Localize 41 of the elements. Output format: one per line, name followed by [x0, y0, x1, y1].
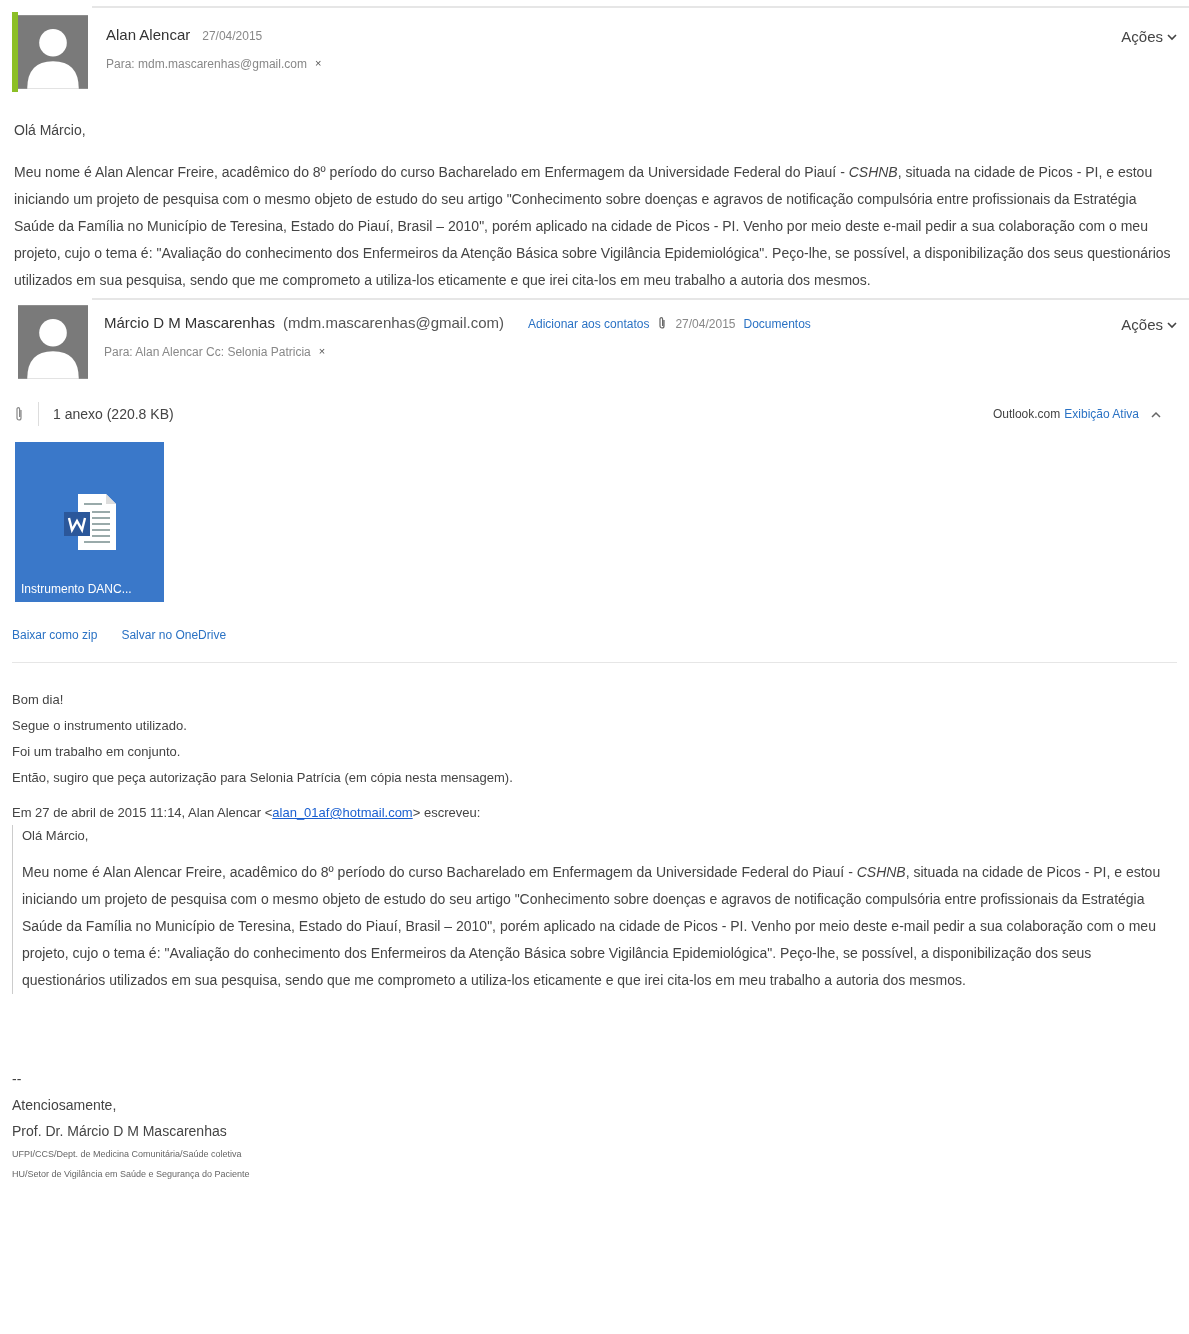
body-line: Foi um trabalho em conjunto.	[12, 743, 182, 761]
viewer-label: Outlook.com	[992, 406, 1061, 423]
remove-button[interactable]: ×	[318, 346, 326, 357]
message-body: Meu nome é Alan Alencar Freire, acadêmico do 8º período do curso Bacharelado em Enfermagem da Universidade Federal do Piauí - CSHNB, situada na cidade de Picos - PI, e estou iniciando um projeto de pesquisa com o mesmo objeto de estudo do seu artigo "Conhecimento sobre doenças e agravos de notificação compulsória entre profissionais da Estratégia Saúde da Família no Município de Teresina, Estado do Piauí, Brasil – 2010", porém aplicado na cidade de Picos - PI. Venho por meio deste e-mail pedir a sua colaboração com o meu projeto, cujo o tema é: "Avaliação do conhecimento dos Enfermeiros da Atenção Básica sobre Vigilância Epidemiológica". Peço-lhe, se possível, a disponibilização dos seus questionários utilizados em sua pesquisa, sendo que me comprometo a utiliza-los eticamente e que irei cita-los em meu trabalho a autoria dos mesmos.	[13, 163, 1172, 290]
attachment-name: Instrumento DANC...	[20, 581, 132, 598]
sender-name: Alan Alencar	[106, 25, 191, 45]
sender-email: (mdm.mascarenhas@gmail.com)	[282, 313, 504, 333]
actions-menu[interactable]: Ações	[1121, 314, 1177, 337]
sender-name: Márcio D M Mascarenhas	[104, 313, 275, 333]
body-line: Segue o instrumento utilizado.	[12, 717, 188, 735]
paperclip-icon	[657, 316, 668, 331]
signature-line: HU/Setor de Vigilância em Saúde e Segurança do Paciente	[12, 1167, 251, 1181]
add-contact-link[interactable]: Adicionar aos contatos	[528, 315, 650, 333]
signature-line: Prof. Dr. Márcio D M Mascarenhas	[12, 1121, 228, 1141]
greeting-text: Olá Márcio,	[13, 121, 87, 140]
attachment-link[interactable]: Baixar como zip	[12, 626, 98, 644]
attachment-summary: 1 anexo (220.8 KB)	[53, 404, 174, 424]
chevron-up-icon[interactable]	[1151, 410, 1161, 418]
viewer-link[interactable]: Exibição Ativa	[1064, 405, 1139, 423]
signature-line: --	[12, 1069, 23, 1089]
chevron-down-icon	[1167, 321, 1177, 329]
email-link[interactable]: alan_01af@hotmail.com	[272, 805, 413, 820]
body-line: Bom dia!	[12, 691, 65, 709]
recipient-text: Para: mdm.mascarenhas@gmail.com	[106, 55, 307, 73]
paperclip-icon	[14, 402, 39, 426]
quote-intro: Em 27 de abril de 2015 11:14, Alan Alencar <alan_01af@hotmail.com> escreveu:	[11, 804, 482, 822]
word-document-icon	[61, 492, 118, 552]
body-line: Então, sugiro que peça autorização para Selonia Patrícia (em cópia nesta mensagem).	[12, 769, 514, 787]
remove-button[interactable]: ×	[314, 58, 322, 69]
recipient-text: Para: Alan Alencar Cc: Selonia Patricia	[104, 343, 311, 361]
quoted-body: Meu nome é Alan Alencar Freire, acadêmico do 8º período do curso Bacharelado em Enfermagem da Universidade Federal do Piauí - CSHNB, situada na cidade de Picos - PI, e estou iniciando um projeto de pesquisa com o mesmo objeto de estudo do seu artigo "Conhecimento sobre doenças e agravos de notificação compulsória entre profissionais da Estratégia Saúde da Família no Município de Teresina, Estado do Piauí, Brasil – 2010", porém aplicado na cidade de Picos - PI. Venho por meio deste e-mail pedir a sua colaboração com o meu projeto, cujo o tema é: "Avaliação do conhecimento dos Enfermeiros da Atenção Básica sobre Vigilância Epidemiológica". Peço-lhe, se possível, a disponibilização dos seus questionários utilizados em sua pesquisa, sendo que me comprometo a utiliza-los eticamente e que irei cita-los em meu trabalho a autoria dos mesmos.	[22, 862, 1162, 990]
folder-link[interactable]: Documentos	[743, 315, 811, 333]
signature-line: Atenciosamente,	[12, 1095, 118, 1115]
message-date: 27/04/2015	[202, 28, 263, 45]
actions-menu[interactable]: Ações	[1121, 26, 1177, 49]
message-date: 27/04/2015	[675, 316, 736, 333]
greeting-text: Olá Márcio,	[22, 826, 90, 845]
chevron-down-icon	[1167, 33, 1177, 41]
signature-line: UFPI/CCS/Dept. de Medicina Comunitária/Saúde coletiva	[12, 1147, 243, 1161]
attachment-tile[interactable]: Instrumento DANC...	[15, 442, 164, 602]
attachment-link[interactable]: Salvar no OneDrive	[121, 626, 227, 644]
